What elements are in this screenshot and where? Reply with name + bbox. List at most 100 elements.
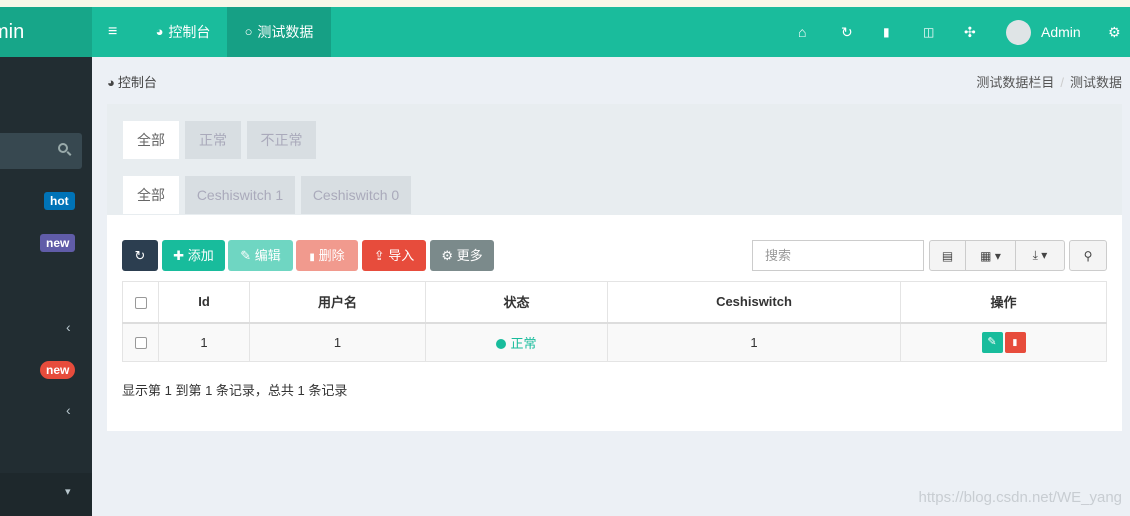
breadcrumb-separator: / — [1060, 75, 1064, 90]
more-button[interactable]: ⚙ 更多 — [430, 240, 494, 271]
search-input[interactable] — [752, 240, 924, 271]
sidebar-toggle-button[interactable]: ≡ — [108, 7, 117, 57]
columns-button[interactable]: ▦ ▾ — [965, 240, 1016, 271]
search-button[interactable]: ⚲ — [1069, 240, 1107, 271]
user-name: Admin — [1041, 24, 1081, 40]
fullscreen-icon: ✣ — [964, 24, 976, 40]
status-dot-icon — [496, 338, 507, 349]
pencil-icon: ✎ — [240, 248, 252, 263]
add-button-label: 添加 — [187, 248, 214, 263]
pencil-icon: ✎ — [987, 335, 997, 348]
dashboard-icon: ◕ — [107, 75, 115, 90]
refresh-icon: ↻ — [841, 24, 853, 40]
tab-test-data[interactable]: ○ 测试数据 — [227, 7, 331, 57]
select-all-checkbox[interactable] — [134, 296, 147, 309]
breadcrumb-item[interactable]: 测试数据栏目 — [976, 75, 1054, 90]
tab-status-normal[interactable]: 正常 — [185, 121, 241, 159]
trash-icon: ▮ — [309, 252, 315, 263]
delete-button[interactable]: ▮ 删除 — [296, 240, 358, 271]
refresh-button[interactable]: ↻ — [841, 7, 853, 57]
tab-status-all[interactable]: 全部 — [123, 121, 179, 159]
import-button-label: 导入 — [388, 248, 415, 263]
search-icon — [58, 143, 68, 153]
tab-switch-all[interactable]: 全部 — [123, 176, 179, 214]
user-menu[interactable]: Admin — [1006, 7, 1081, 57]
settings-button[interactable]: ⚙ — [1108, 7, 1121, 57]
cell-actions: ✎ ▮ — [900, 322, 1107, 362]
refresh-button[interactable]: ↻ — [122, 240, 158, 271]
sidebar-search[interactable] — [0, 133, 82, 169]
top-border — [0, 0, 1130, 7]
pagination-summary: 显示第 1 到第 1 条记录，总共 1 条记录 — [122, 383, 348, 398]
row-edit-button[interactable]: ✎ — [981, 331, 1003, 353]
circle-o-icon: ○ — [244, 24, 253, 39]
tab-switch-1[interactable]: Ceshiswitch 1 — [185, 176, 295, 214]
gear-icon: ⚙ — [441, 248, 453, 263]
table-header-row: Id 用户名 状态 Ceshiswitch 操作 — [122, 281, 1107, 324]
search-icon: ⚲ — [1083, 248, 1093, 263]
column-header[interactable]: 状态 — [425, 281, 608, 324]
content-panel: 全部 正常 不正常 全部 Ceshiswitch 1 Ceshiswitch 0… — [107, 104, 1122, 431]
cell-ceshiswitch: 1 — [607, 322, 901, 362]
cell-id: 1 — [158, 322, 250, 362]
badge-new: new — [40, 361, 76, 379]
home-icon: ⌂ — [798, 24, 807, 40]
sidebar: hot new ‹ new ‹ ▾ — [0, 57, 92, 516]
table-row: 1 1 正常 1 ✎ ▮ — [122, 322, 1107, 362]
tab-switch-0[interactable]: Ceshiswitch 0 — [301, 176, 411, 214]
edit-button-label: 编辑 — [254, 248, 281, 263]
home-button[interactable]: ⌂ — [798, 7, 806, 57]
translate-icon: ◫ — [923, 25, 935, 39]
dashboard-icon: ◕ — [155, 24, 164, 39]
select-all-cell — [122, 281, 159, 324]
row-delete-button[interactable]: ▮ — [1004, 331, 1026, 353]
tab-test-data-label: 测试数据 — [257, 24, 314, 40]
import-button[interactable]: ⇪ 导入 — [362, 240, 426, 271]
list-alt-icon: ▤ — [941, 248, 954, 263]
edit-button[interactable]: ✎ 编辑 — [228, 240, 293, 271]
filter-tabs: 全部 正常 不正常 全部 Ceshiswitch 1 Ceshiswitch 0 — [107, 104, 1122, 215]
avatar — [1006, 19, 1031, 45]
sidebar-footer[interactable]: ▾ — [0, 473, 92, 516]
column-header[interactable]: 用户名 — [249, 281, 426, 324]
tab-dashboard-label: 控制台 — [168, 24, 211, 40]
badge-new: new — [40, 234, 76, 252]
add-button[interactable]: ✚ 添加 — [162, 240, 225, 271]
breadcrumb: 测试数据栏目 / 测试数据 — [976, 72, 1122, 91]
fullscreen-button[interactable]: ✣ — [964, 7, 976, 57]
breadcrumb-item: 测试数据 — [1069, 75, 1122, 90]
more-button-label: 更多 — [456, 248, 483, 263]
logo[interactable]: min — [0, 7, 92, 57]
trash-icon: ▮ — [883, 25, 890, 39]
chevron-left-icon[interactable]: ‹ — [66, 319, 71, 335]
cell-username: 1 — [249, 322, 426, 362]
delete-button-label: 删除 — [318, 248, 345, 263]
chevron-down-icon: ▾ — [65, 486, 71, 498]
export-icon: ⤓ ▾ — [1032, 248, 1048, 262]
status-text: 正常 — [510, 335, 537, 351]
data-table: Id 用户名 状态 Ceshiswitch 操作 1 1 正常 1 ✎ ▮ — [122, 281, 1107, 362]
top-navbar: ≡ ◕ 控制台 ○ 测试数据 ⌂ ↻ ▮ ◫ ✣ Admin ⚙ — [92, 7, 1130, 57]
column-header[interactable]: Ceshiswitch — [607, 281, 901, 324]
clear-cache-button[interactable]: ▮ — [883, 7, 890, 57]
trash-icon: ▮ — [1012, 336, 1018, 347]
tab-dashboard[interactable]: ◕ 控制台 — [142, 7, 224, 57]
bars-icon: ≡ — [108, 23, 118, 40]
tab-status-abnormal[interactable]: 不正常 — [247, 121, 316, 159]
watermark: https://blog.csdn.net/WE_yang — [918, 489, 1122, 506]
logo-text: min — [0, 21, 25, 43]
columns-icon: ▦ ▾ — [980, 248, 1001, 263]
plus-icon: ✚ — [173, 248, 185, 263]
page-title-text: 控制台 — [117, 75, 157, 90]
upload-icon: ⇪ — [373, 248, 385, 263]
toggle-view-button[interactable]: ▤ — [929, 240, 966, 271]
column-header[interactable]: Id — [158, 281, 250, 324]
row-checkbox[interactable] — [134, 337, 147, 350]
language-button[interactable]: ◫ — [923, 7, 934, 57]
export-button[interactable]: ⤓ ▾ — [1015, 240, 1065, 271]
row-select-cell — [122, 322, 159, 362]
refresh-icon: ↻ — [134, 248, 146, 263]
page-title: ◕ 控制台 — [107, 72, 157, 91]
chevron-left-icon[interactable]: ‹ — [66, 402, 71, 418]
cell-status[interactable]: 正常 — [425, 322, 608, 362]
